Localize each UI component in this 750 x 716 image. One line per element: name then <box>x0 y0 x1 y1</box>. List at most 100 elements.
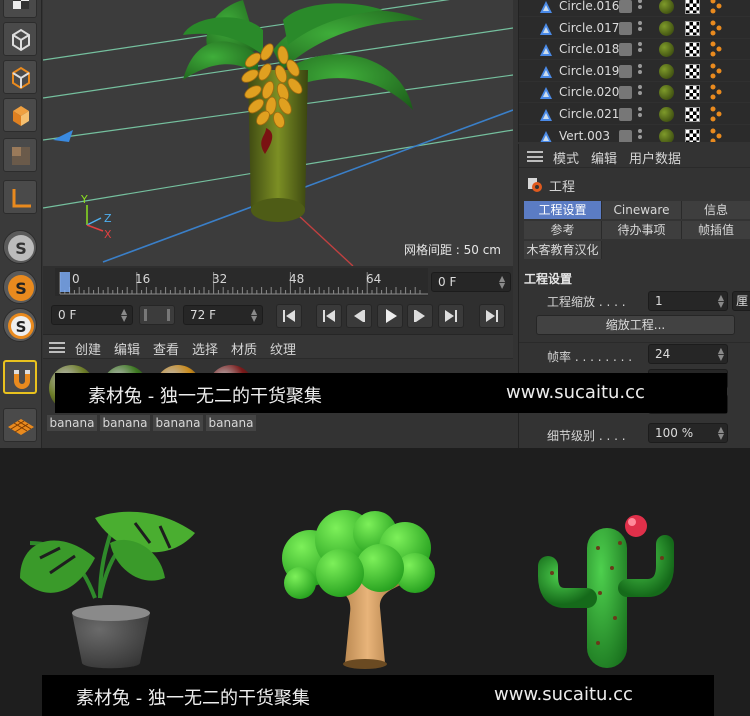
prev-frame-button[interactable] <box>346 304 372 328</box>
material-tag-icon[interactable] <box>659 63 674 79</box>
edge-cube-icon[interactable] <box>3 60 37 94</box>
visibility-dots-icon[interactable] <box>638 128 642 142</box>
go-to-start-button[interactable] <box>276 304 302 328</box>
hamburger-icon[interactable] <box>49 342 65 353</box>
spinner-icon[interactable]: ▲ ▼ <box>718 347 724 362</box>
menu-create[interactable]: 创建 <box>75 339 101 358</box>
menu-edit[interactable]: 编辑 <box>591 148 617 167</box>
material-label[interactable]: banana <box>206 415 256 431</box>
visibility-dots-icon[interactable] <box>638 42 642 57</box>
object-row[interactable]: Circle.016 <box>519 0 750 17</box>
spinner-icon[interactable]: ▲ ▼ <box>251 308 259 323</box>
checker-tag-icon[interactable] <box>685 42 700 58</box>
material-tag-icon[interactable] <box>659 0 674 14</box>
spinner-icon[interactable]: ▲ ▼ <box>121 308 129 323</box>
material-tag-icon[interactable] <box>659 42 674 58</box>
menu-texture[interactable]: 纹理 <box>270 339 296 358</box>
material-label[interactable]: banana <box>153 415 203 431</box>
poly-cube-icon[interactable] <box>3 98 37 132</box>
wire-cube-icon[interactable] <box>3 22 37 56</box>
workplane-grid-icon[interactable] <box>3 408 37 442</box>
edit-toggle-icon[interactable] <box>619 108 632 121</box>
tab-todo[interactable]: 待办事项 <box>602 221 682 239</box>
checker-tag-icon[interactable] <box>685 128 700 142</box>
project-scale-field[interactable]: 1 ▲ ▼ <box>648 291 728 311</box>
next-frame-button[interactable] <box>407 304 433 328</box>
tab-info[interactable]: 信息 <box>682 201 750 219</box>
material-label[interactable]: banana <box>47 415 97 431</box>
vertex-tag-icon[interactable] <box>709 0 723 14</box>
vertex-tag-icon[interactable] <box>709 106 723 122</box>
vertex-tag-icon[interactable] <box>709 20 723 36</box>
checker-tag-icon[interactable] <box>685 107 700 122</box>
edit-toggle-icon[interactable] <box>619 86 632 100</box>
spinner-icon[interactable]: ▲ ▼ <box>499 275 507 290</box>
tab-localization[interactable]: 木客教育汉化 <box>524 241 602 259</box>
menu-user-data[interactable]: 用户数据 <box>629 148 681 167</box>
menu-edit[interactable]: 编辑 <box>114 339 140 358</box>
visibility-dots-icon[interactable] <box>638 107 642 122</box>
timeline-ruler[interactable]: 0 16 32 48 64 <box>55 268 428 296</box>
visibility-dots-icon[interactable] <box>638 20 642 36</box>
snap-settings-icon[interactable]: S <box>3 270 37 304</box>
material-tag-icon[interactable] <box>659 20 674 36</box>
playhead[interactable] <box>60 272 70 292</box>
checker-tag-icon[interactable] <box>685 85 700 101</box>
spinner-icon[interactable]: ▲ ▼ <box>718 294 724 309</box>
current-frame-field[interactable]: 0 F ▲ ▼ <box>431 272 511 292</box>
lod-field[interactable]: 100 % ▲ ▼ <box>648 423 728 443</box>
checker-tool-icon[interactable] <box>3 0 37 18</box>
axis-mode-icon[interactable] <box>3 180 37 214</box>
range-slider[interactable] <box>139 305 175 325</box>
menu-mode[interactable]: 模式 <box>553 148 579 167</box>
tab-project-settings[interactable]: 工程设置 <box>524 201 602 219</box>
edit-toggle-icon[interactable] <box>619 129 632 142</box>
workplane-snap-icon[interactable]: S <box>3 308 37 342</box>
vertex-tag-icon[interactable] <box>709 41 723 57</box>
material-tag-icon[interactable] <box>659 107 674 122</box>
visibility-dots-icon[interactable] <box>638 85 642 100</box>
visibility-dots-icon[interactable] <box>638 63 642 79</box>
tab-cineware[interactable]: Cineware <box>602 201 682 219</box>
texture-mode-icon[interactable] <box>3 138 37 172</box>
end-frame-field[interactable]: 72 F ▲ ▼ <box>183 305 263 325</box>
vertex-tag-icon[interactable] <box>709 63 723 79</box>
object-row[interactable]: Circle.021 <box>519 104 750 125</box>
material-label[interactable]: banana <box>100 415 150 431</box>
material-tag-icon[interactable] <box>659 128 674 142</box>
hamburger-icon[interactable] <box>527 151 543 162</box>
menu-select[interactable]: 选择 <box>192 339 218 358</box>
vertex-tag-icon[interactable] <box>709 128 723 142</box>
edit-toggle-icon[interactable] <box>619 43 632 57</box>
checker-tag-icon[interactable] <box>685 0 700 14</box>
edit-toggle-icon[interactable] <box>619 21 632 35</box>
tab-frame-interpolation[interactable]: 帧插值 <box>682 221 750 239</box>
prev-key-button[interactable] <box>316 304 342 328</box>
visibility-dots-icon[interactable] <box>638 0 642 14</box>
object-row[interactable]: Circle.017 <box>519 18 750 39</box>
snap-icon[interactable]: S <box>3 230 37 264</box>
go-to-end-button[interactable] <box>479 304 505 328</box>
menu-view[interactable]: 查看 <box>153 339 179 358</box>
fps-field[interactable]: 24 ▲ ▼ <box>648 344 728 364</box>
next-key-button[interactable] <box>438 304 464 328</box>
object-row[interactable]: Circle.019 <box>519 61 750 82</box>
spinner-icon[interactable]: ▲ ▼ <box>718 426 724 441</box>
checker-tag-icon[interactable] <box>685 63 700 79</box>
play-button[interactable] <box>377 304 403 328</box>
tab-reference[interactable]: 参考 <box>524 221 602 239</box>
unit-dropdown[interactable]: 厘 <box>732 291 750 311</box>
checker-tag-icon[interactable] <box>685 20 700 36</box>
menu-material[interactable]: 材质 <box>231 339 257 358</box>
object-row[interactable]: Circle.020 <box>519 82 750 104</box>
scale-project-button[interactable]: 缩放工程... <box>536 315 735 335</box>
object-row[interactable]: Vert.003 <box>519 126 750 142</box>
edit-toggle-icon[interactable] <box>619 64 632 78</box>
magnet-icon[interactable] <box>3 360 37 394</box>
vertex-tag-icon[interactable] <box>709 84 723 100</box>
object-row[interactable]: Circle.018 <box>519 39 750 61</box>
edit-toggle-icon[interactable] <box>619 0 632 13</box>
3d-viewport[interactable]: Y Z X 网格间距 : 50 cm <box>43 0 513 266</box>
material-tag-icon[interactable] <box>659 85 674 101</box>
start-frame-field[interactable]: 0 F ▲ ▼ <box>51 305 133 325</box>
